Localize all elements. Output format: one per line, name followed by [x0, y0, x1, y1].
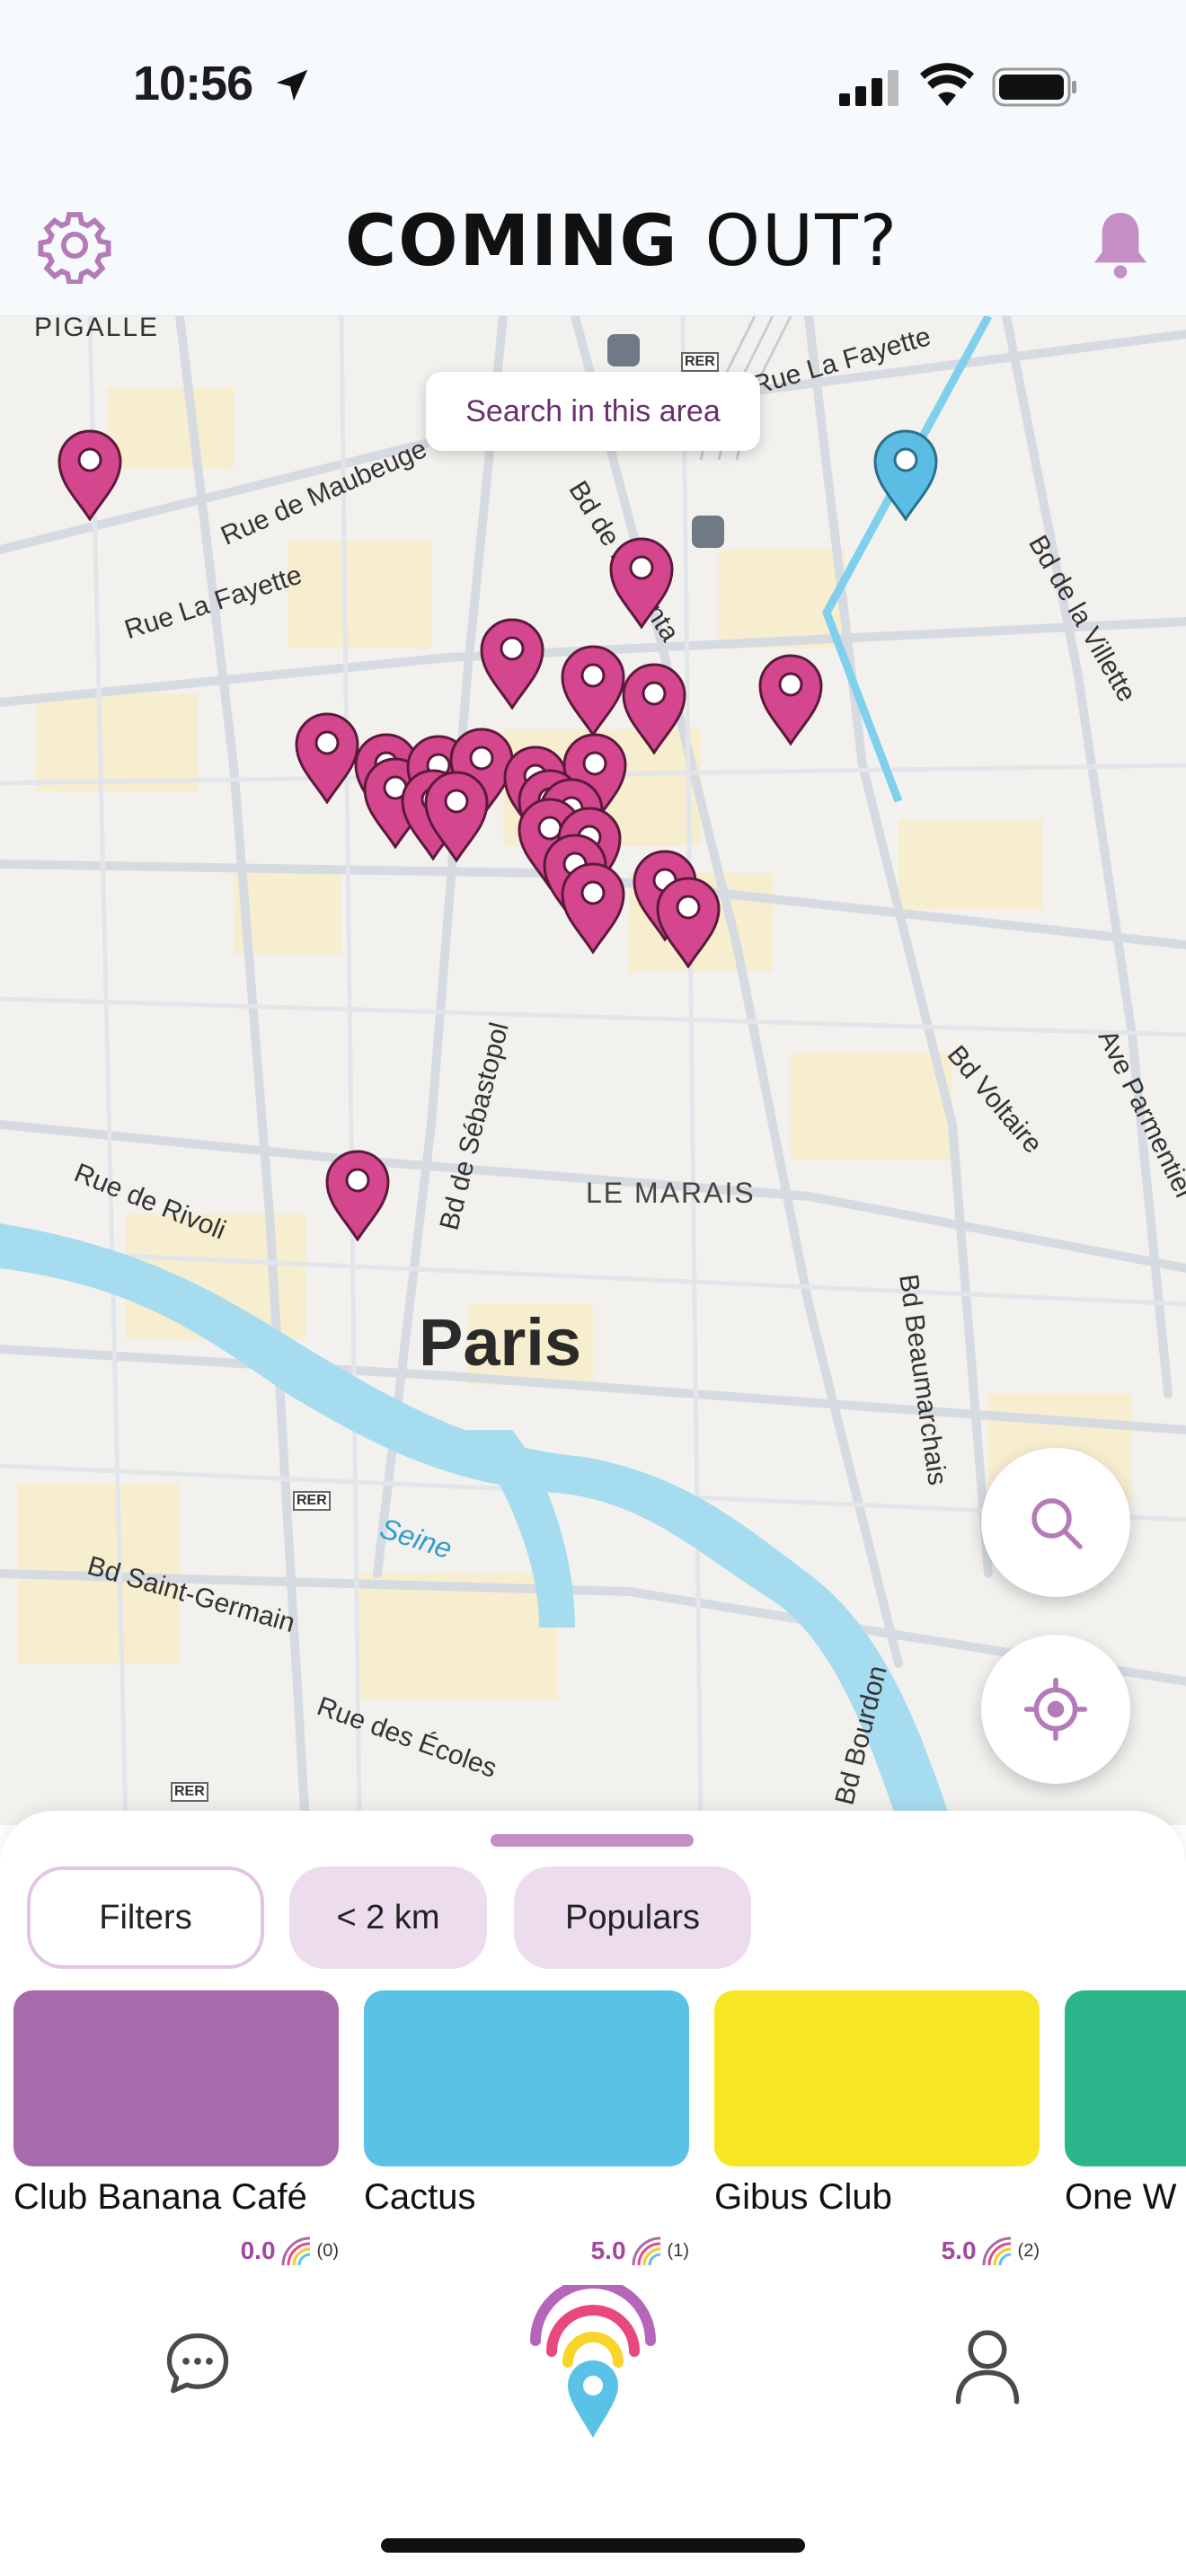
map-label-paris: Paris: [419, 1305, 582, 1380]
app-logo: COMING OUT?: [345, 201, 897, 291]
venue-pin-icon[interactable]: [559, 643, 627, 737]
map-view[interactable]: PIGALLE Rue La Fayette Rue de Maubeuge R…: [0, 316, 1186, 1825]
location-arrow-icon: [276, 69, 308, 101]
venue-color-swatch: [13, 1990, 339, 2166]
venue-pin-icon[interactable]: [293, 710, 361, 804]
locate-me-fab-button[interactable]: [981, 1635, 1130, 1784]
rainbow-icon: [982, 2236, 1011, 2266]
venue-review-count: (2): [1017, 2240, 1040, 2261]
logo-out: OUT?: [704, 201, 899, 282]
search-icon: [1031, 1498, 1083, 1549]
venue-pin-icon[interactable]: [607, 535, 676, 629]
venue-score: 5.0: [941, 2236, 977, 2264]
venue-pin-icon[interactable]: [422, 769, 491, 862]
map-label-le-marais: LE MARAIS: [586, 1177, 756, 1209]
search-fab-button[interactable]: [981, 1448, 1130, 1597]
venue-card[interactable]: Gibus Club 5.0 (2): [714, 1990, 1040, 2266]
crosshair-icon: [1023, 1677, 1088, 1742]
user-location-pin-icon[interactable]: [872, 428, 940, 521]
profile-icon[interactable]: [951, 2325, 1024, 2405]
venue-pin-icon[interactable]: [757, 652, 825, 745]
venues-bottom-sheet[interactable]: Filters < 2 km Populars Club Banana Café…: [0, 1811, 1186, 2278]
status-time: 10:56: [133, 57, 253, 110]
venue-color-swatch: [364, 1990, 689, 2166]
distance-filter-chip[interactable]: < 2 km: [289, 1866, 487, 1969]
venue-pin-icon[interactable]: [620, 661, 688, 754]
app-header: COMING OUT?: [0, 180, 1186, 316]
venue-name: One W: [1065, 2177, 1177, 2217]
rainbow-icon: [632, 2236, 660, 2266]
cellular-signal-icon: [839, 70, 898, 106]
bottom-tab-bar: [0, 2278, 1186, 2576]
map-label-pigalle: PIGALLE: [34, 316, 160, 342]
venue-pin-icon[interactable]: [559, 860, 627, 954]
venue-card[interactable]: Cactus 5.0 (1): [364, 1990, 689, 2266]
venue-rating: 5.0 (1): [591, 2235, 689, 2267]
home-indicator: [381, 2538, 805, 2553]
venue-color-swatch: [714, 1990, 1040, 2166]
venue-pin-icon[interactable]: [478, 616, 546, 710]
status-bar: 10:56: [0, 0, 1186, 180]
settings-gear-icon[interactable]: [36, 207, 113, 284]
venue-name: Club Banana Café: [13, 2177, 307, 2217]
populars-filter-chip[interactable]: Populars: [514, 1866, 751, 1969]
venue-score: 5.0: [590, 2236, 626, 2264]
map-label-rer-3: RER: [171, 1782, 208, 1802]
venue-score: 0.0: [240, 2236, 276, 2264]
venue-name: Gibus Club: [714, 2177, 892, 2217]
search-this-area-button[interactable]: Search in this area: [426, 372, 760, 451]
venue-color-swatch: [1065, 1990, 1186, 2166]
map-label-rer-2: RER: [293, 1491, 331, 1511]
rainbow-icon: [281, 2236, 310, 2266]
filters-button[interactable]: Filters: [27, 1866, 264, 1969]
venue-pin-icon[interactable]: [654, 875, 722, 968]
venue-rating: 0.0 (0): [241, 2235, 339, 2267]
sheet-drag-handle[interactable]: [491, 1834, 694, 1847]
venue-name: Cactus: [364, 2177, 476, 2217]
venue-carousel[interactable]: Club Banana Café 0.0 (0) Cactus 5.0 (1) …: [0, 1990, 1186, 2278]
venue-card[interactable]: Club Banana Café 0.0 (0): [13, 1990, 339, 2266]
logo-coming: COMING: [345, 201, 679, 282]
venue-rating: 5.0 (2): [942, 2235, 1040, 2267]
rainbow-map-pin-icon[interactable]: [521, 2285, 665, 2439]
map-label-rer-1: RER: [681, 352, 719, 372]
venue-card[interactable]: One W: [1065, 1990, 1186, 2218]
wifi-icon: [920, 63, 974, 106]
venue-pin-icon[interactable]: [56, 428, 124, 521]
venue-review-count: (1): [667, 2240, 689, 2261]
venue-review-count: (0): [316, 2240, 339, 2261]
chat-bubble-icon[interactable]: [160, 2326, 235, 2402]
notification-bell-icon[interactable]: [1089, 207, 1152, 282]
battery-icon: [992, 67, 1076, 107]
venue-pin-icon[interactable]: [323, 1148, 392, 1241]
